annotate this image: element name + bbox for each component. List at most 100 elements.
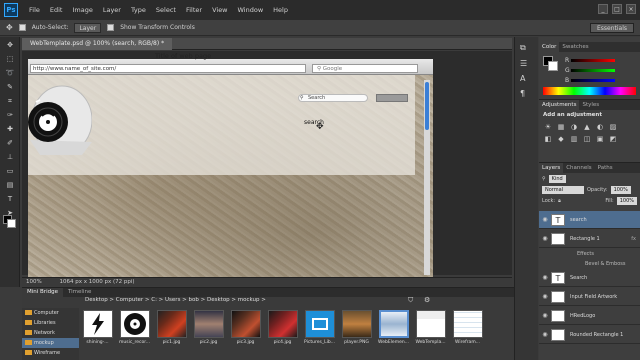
- file-thumbnail[interactable]: music_recor...: [117, 310, 152, 345]
- levels-icon[interactable]: ▦: [556, 122, 566, 132]
- opacity-field[interactable]: 100%: [610, 185, 631, 194]
- color-spectrum-ramp[interactable]: [543, 87, 636, 95]
- black-white-icon[interactable]: ◆: [556, 134, 566, 144]
- marquee-tool-icon[interactable]: ⬚: [3, 53, 17, 65]
- crop-tool-icon[interactable]: ⌗: [3, 95, 17, 107]
- canvas-vertical-scrollbar[interactable]: [424, 80, 430, 275]
- photo-filter-icon[interactable]: ▥: [569, 134, 579, 144]
- tab-paths[interactable]: Paths: [595, 163, 616, 173]
- eraser-tool-icon[interactable]: ▭: [3, 165, 17, 177]
- red-slider[interactable]: [571, 59, 615, 62]
- visibility-eye-icon[interactable]: ◉: [539, 216, 551, 223]
- show-transform-checkbox[interactable]: [107, 24, 115, 31]
- menu-type[interactable]: Type: [126, 6, 151, 14]
- zoom-level[interactable]: 100%: [26, 279, 42, 285]
- document-tab[interactable]: WebTemplate.psd @ 100% (search, RGB/8) *: [22, 38, 173, 50]
- tab-layers[interactable]: Layers: [539, 163, 564, 173]
- tools-icon[interactable]: ⚙: [424, 296, 430, 304]
- visibility-eye-icon[interactable]: ◉: [539, 312, 551, 319]
- file-thumbnail[interactable]: Wirefram...: [450, 310, 485, 345]
- menu-view[interactable]: View: [207, 6, 232, 14]
- auto-select-checkbox[interactable]: [18, 24, 26, 31]
- layer-kind-filter[interactable]: Kind: [548, 174, 566, 183]
- file-thumbnail[interactable]: Pictures_Lib...: [302, 310, 337, 345]
- properties-icon[interactable]: ☰: [520, 59, 533, 68]
- menu-image[interactable]: Image: [67, 6, 97, 14]
- visibility-eye-icon[interactable]: ◉: [539, 274, 551, 281]
- layer-row[interactable]: ◉ T Search: [539, 269, 640, 287]
- channel-mixer-icon[interactable]: ◫: [582, 134, 592, 144]
- sidebar-item-wireframe[interactable]: Wireframe: [22, 348, 79, 358]
- minimize-icon[interactable]: _: [598, 4, 608, 14]
- maximize-icon[interactable]: □: [612, 4, 622, 14]
- file-thumbnail[interactable]: WebTempla...: [413, 310, 448, 345]
- tab-channels[interactable]: Channels: [563, 163, 594, 173]
- file-thumbnail[interactable]: shining-...: [80, 310, 115, 345]
- close-icon[interactable]: ×: [626, 4, 636, 14]
- sidebar-item-mockup[interactable]: mockup: [22, 338, 79, 348]
- hue-saturation-icon[interactable]: ▨: [608, 122, 618, 132]
- menu-filter[interactable]: Filter: [181, 6, 207, 14]
- lock-icon[interactable]: 🔒︎: [558, 198, 561, 204]
- file-thumbnail[interactable]: player.PNG: [339, 310, 374, 345]
- menu-select[interactable]: Select: [151, 6, 181, 14]
- file-thumbnail[interactable]: pic4.jpg: [265, 310, 300, 345]
- visibility-eye-icon[interactable]: ◉: [539, 331, 551, 338]
- menu-help[interactable]: Help: [268, 6, 293, 14]
- tab-color[interactable]: Color: [539, 42, 560, 52]
- sidebar-item-libraries[interactable]: Libraries: [22, 318, 79, 328]
- stamp-tool-icon[interactable]: ⊥: [3, 151, 17, 163]
- layer-row[interactable]: ◉ HRedLogo: [539, 307, 640, 325]
- fill-field[interactable]: 100%: [616, 196, 637, 205]
- sidebar-item-network[interactable]: Network: [22, 328, 79, 338]
- menu-layer[interactable]: Layer: [98, 6, 126, 14]
- visibility-eye-icon[interactable]: ◉: [539, 293, 551, 300]
- bg-color-chip[interactable]: [548, 61, 558, 71]
- gradient-tool-icon[interactable]: ▤: [3, 179, 17, 191]
- vibrance-icon[interactable]: ◐: [595, 122, 605, 132]
- blend-mode-dropdown[interactable]: Normal: [542, 185, 584, 194]
- filter-icon[interactable]: ⛉: [408, 296, 413, 305]
- menu-file[interactable]: File: [24, 6, 45, 14]
- file-thumbnail[interactable]: pic2.jpg: [191, 310, 226, 345]
- brightness-icon[interactable]: ☀: [543, 122, 553, 132]
- curves-icon[interactable]: ◑: [569, 122, 579, 132]
- workspace-dropdown[interactable]: Essentials: [589, 23, 634, 33]
- visibility-eye-icon[interactable]: ◉: [539, 235, 551, 242]
- bevel-emboss-sublayer[interactable]: Bevel & Emboss: [539, 259, 640, 269]
- breadcrumb[interactable]: Desktop > Computer > C: > Users > bob > …: [85, 297, 266, 303]
- green-slider[interactable]: [571, 69, 615, 72]
- menu-window[interactable]: Window: [233, 6, 269, 14]
- type-tool-icon[interactable]: T: [3, 193, 17, 205]
- posterize-icon[interactable]: ◩: [608, 134, 618, 144]
- layer-row[interactable]: ◉ Input Field Artwork: [539, 288, 640, 306]
- tab-styles[interactable]: Styles: [579, 100, 602, 110]
- lasso-tool-icon[interactable]: ➰: [3, 67, 17, 79]
- file-thumbnail[interactable]: pic1.jpg: [154, 310, 189, 345]
- sidebar-item-computer[interactable]: Computer: [22, 308, 79, 318]
- blue-slider[interactable]: [571, 79, 615, 82]
- tab-mini-bridge[interactable]: Mini Bridge: [22, 288, 63, 297]
- menu-edit[interactable]: Edit: [45, 6, 68, 14]
- move-tool-icon[interactable]: ✥: [3, 39, 17, 51]
- invert-icon[interactable]: ▣: [595, 134, 605, 144]
- effects-sublayer[interactable]: Effects: [539, 249, 640, 259]
- paragraph-icon[interactable]: ¶: [520, 89, 533, 98]
- file-thumbnail[interactable]: WebElemen...: [376, 310, 411, 345]
- healing-tool-icon[interactable]: ✚: [3, 123, 17, 135]
- character-icon[interactable]: A: [520, 74, 533, 83]
- move-tool-icon[interactable]: ✥: [6, 23, 13, 32]
- scrollbar-thumb[interactable]: [425, 82, 429, 130]
- auto-select-target-dropdown[interactable]: Layer: [74, 22, 102, 33]
- brush-tool-icon[interactable]: ✐: [3, 137, 17, 149]
- tab-adjustments[interactable]: Adjustments: [539, 100, 580, 110]
- tab-timeline[interactable]: Timeline: [63, 288, 96, 297]
- history-icon[interactable]: ⧉: [520, 43, 533, 53]
- exposure-icon[interactable]: ▲: [582, 122, 592, 132]
- background-color-swatch[interactable]: [7, 219, 16, 228]
- eyedropper-tool-icon[interactable]: ✑: [3, 109, 17, 121]
- file-thumbnail[interactable]: pic3.jpg: [228, 310, 263, 345]
- tab-swatches[interactable]: Swatches: [559, 42, 591, 52]
- quick-select-tool-icon[interactable]: ✎: [3, 81, 17, 93]
- layer-row[interactable]: ◉ Rounded Rectangle 1: [539, 326, 640, 344]
